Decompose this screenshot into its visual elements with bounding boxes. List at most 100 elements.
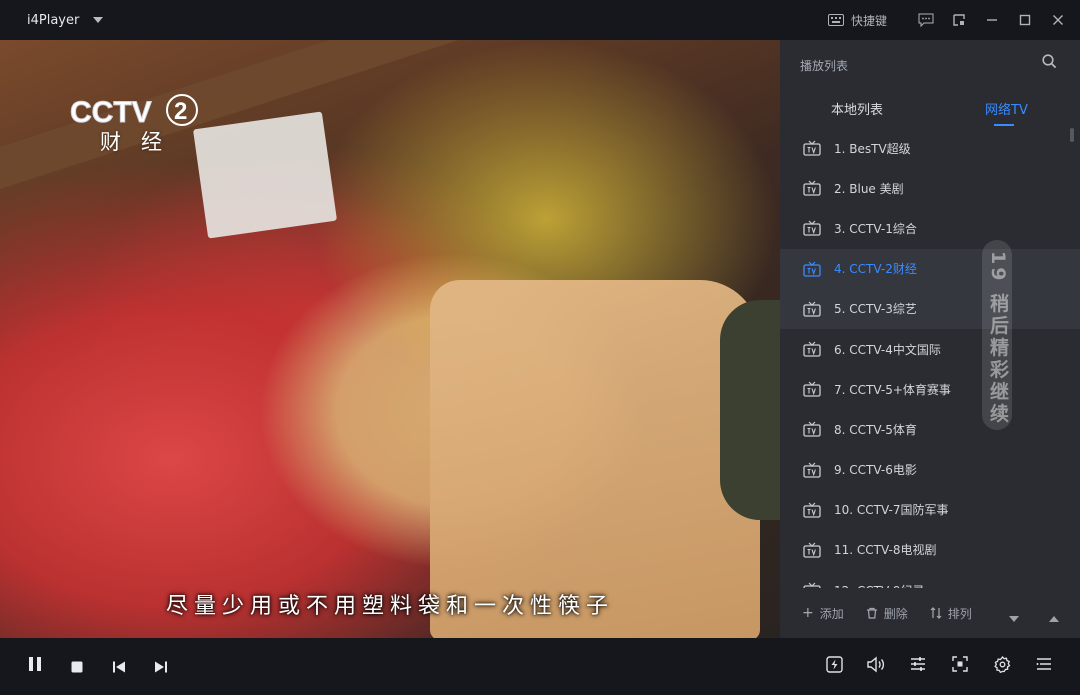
list-item[interactable]: 5. CCTV-3综艺 bbox=[780, 288, 1080, 329]
mini-mode-button[interactable] bbox=[942, 0, 975, 40]
minimize-icon bbox=[986, 19, 997, 21]
list-item[interactable]: 11. CCTV-8电视剧 bbox=[780, 530, 1080, 570]
settings-button[interactable] bbox=[994, 656, 1011, 677]
channel-label: 6. CCTV-4中文国际 bbox=[834, 342, 941, 357]
skip-next-icon bbox=[155, 661, 167, 673]
tv-icon bbox=[803, 421, 821, 438]
delete-label: 删除 bbox=[883, 606, 908, 621]
list-item[interactable]: 1. BesTV超级 bbox=[780, 128, 1080, 168]
triangle-down-icon bbox=[1009, 616, 1019, 622]
triangle-up-icon bbox=[1049, 616, 1059, 622]
list-item[interactable]: 10. CCTV-7国防军事 bbox=[780, 490, 1080, 530]
volume-button[interactable] bbox=[867, 656, 885, 677]
playlist-footer: + 添加 删除 排列 bbox=[780, 598, 1080, 628]
playlist-toggle-button[interactable] bbox=[1036, 656, 1052, 676]
sort-icon bbox=[930, 607, 942, 619]
channel-list[interactable]: 1. BesTV超级 2. Blue 美剧 3. CCTV-1综合 4. CCTV-2… bbox=[780, 128, 1080, 588]
playlist-title: 播放列表 bbox=[800, 59, 849, 73]
tv-icon bbox=[803, 381, 821, 397]
lightning-icon bbox=[826, 656, 843, 673]
channel-label: 2. Blue 美剧 bbox=[834, 181, 904, 196]
volume-icon bbox=[867, 656, 885, 673]
playlist-scrollbar[interactable] bbox=[1070, 128, 1074, 142]
close-button[interactable] bbox=[1041, 0, 1074, 40]
tab-network-tv[interactable]: 网络TV bbox=[985, 99, 1028, 118]
screenshot-button[interactable] bbox=[952, 656, 968, 676]
shortcut-button[interactable]: 快捷键 bbox=[827, 12, 887, 29]
pause-icon bbox=[29, 657, 41, 671]
tab-local-list[interactable]: 本地列表 bbox=[831, 99, 883, 118]
scroll-down-button[interactable] bbox=[1009, 608, 1019, 627]
playlist-search-button[interactable] bbox=[1042, 54, 1057, 73]
channel-label: 10. CCTV-7国防军事 bbox=[834, 503, 949, 518]
channel-label: 4. CCTV-2财经 bbox=[834, 262, 917, 277]
tv-icon bbox=[803, 140, 821, 156]
add-label: 添加 bbox=[819, 606, 844, 621]
video-frame-paper-bag bbox=[430, 280, 760, 638]
list-item[interactable]: 3. CCTV-1综合 bbox=[780, 208, 1080, 248]
app-menu-chevron-down-icon[interactable] bbox=[93, 17, 104, 23]
list-item[interactable]: 8. CCTV-5体育 bbox=[780, 409, 1080, 449]
sort-button[interactable]: 排列 bbox=[930, 605, 972, 622]
video-frame-arm bbox=[720, 300, 780, 520]
video-frame-price-sign bbox=[192, 111, 338, 239]
maximize-button[interactable] bbox=[1008, 0, 1041, 40]
next-button[interactable] bbox=[154, 658, 168, 677]
title-bar-controls: 快捷键 bbox=[827, 0, 1080, 40]
mini-window-icon bbox=[952, 14, 965, 26]
stop-icon bbox=[71, 661, 83, 673]
list-icon bbox=[1036, 658, 1051, 670]
channel-label: 1. BesTV超级 bbox=[834, 141, 911, 156]
speed-button[interactable] bbox=[826, 656, 843, 677]
previous-button[interactable] bbox=[112, 658, 126, 677]
tv-icon bbox=[803, 221, 821, 237]
channel-logo-text: CCTV bbox=[70, 96, 152, 129]
list-item[interactable]: 12. CCTV-9纪录 bbox=[780, 570, 1080, 588]
maximize-icon bbox=[1019, 14, 1030, 26]
tv-icon bbox=[803, 502, 821, 518]
channel-label: 5. CCTV-3综艺 bbox=[834, 302, 917, 317]
close-icon bbox=[1052, 15, 1063, 25]
tv-icon bbox=[803, 180, 821, 196]
playlist-tabs: 本地列表 网络TV bbox=[780, 97, 1080, 127]
tv-icon bbox=[803, 582, 821, 588]
feedback-button[interactable] bbox=[909, 0, 942, 40]
plus-icon: + bbox=[802, 605, 814, 621]
scroll-up-button[interactable] bbox=[1049, 608, 1059, 627]
list-item[interactable]: 7. CCTV-5+体育赛事 bbox=[780, 369, 1080, 409]
list-item[interactable]: 2. Blue 美剧 bbox=[780, 168, 1080, 208]
add-button[interactable]: + 添加 bbox=[802, 605, 844, 622]
channel-label: 11. CCTV-8电视剧 bbox=[834, 543, 937, 558]
channel-label: 7. CCTV-5+体育赛事 bbox=[834, 382, 951, 397]
list-item[interactable]: 4. CCTV-2财经 bbox=[780, 248, 1080, 289]
playlist-panel: 播放列表 本地列表 网络TV 1. BesTV超级 2. Blue 美剧 3. CC… bbox=[780, 40, 1080, 638]
tv-icon bbox=[803, 462, 821, 478]
player-window: i4Player 快捷键 CCTV 2 财经 尽量少用或不用塑料袋和一次性筷子 … bbox=[0, 0, 1080, 695]
minimize-button[interactable] bbox=[975, 0, 1008, 40]
gear-icon bbox=[994, 656, 1011, 674]
tv-icon bbox=[803, 542, 821, 558]
sort-label: 排列 bbox=[947, 606, 972, 621]
capture-icon bbox=[952, 656, 968, 672]
title-bar[interactable]: i4Player 快捷键 bbox=[0, 0, 1080, 40]
shortcut-label: 快捷键 bbox=[850, 13, 887, 28]
skip-previous-icon bbox=[113, 661, 125, 673]
coming-up-badge: 19 稍后精彩继续 bbox=[982, 240, 1012, 430]
delete-button[interactable]: 删除 bbox=[866, 605, 908, 622]
pause-button[interactable] bbox=[28, 656, 42, 676]
channel-label: 9. CCTV-6电影 bbox=[834, 463, 917, 478]
tv-icon bbox=[803, 261, 821, 277]
list-item[interactable]: 9. CCTV-6电影 bbox=[780, 450, 1080, 490]
message-icon bbox=[918, 13, 933, 27]
channel-label: 3. CCTV-1综合 bbox=[834, 221, 917, 236]
equalizer-button[interactable] bbox=[910, 656, 926, 676]
trash-icon bbox=[866, 607, 877, 619]
search-icon bbox=[1042, 54, 1057, 69]
channel-label: 8. CCTV-5体育 bbox=[834, 422, 917, 437]
active-tab-indicator bbox=[994, 124, 1014, 126]
stop-button[interactable] bbox=[71, 658, 83, 677]
list-item[interactable]: 6. CCTV-4中文国际 bbox=[780, 329, 1080, 369]
channel-number: 2 bbox=[174, 98, 187, 125]
video-canvas[interactable]: CCTV 2 财经 尽量少用或不用塑料袋和一次性筷子 bbox=[0, 40, 780, 638]
app-title: i4Player bbox=[27, 12, 80, 28]
